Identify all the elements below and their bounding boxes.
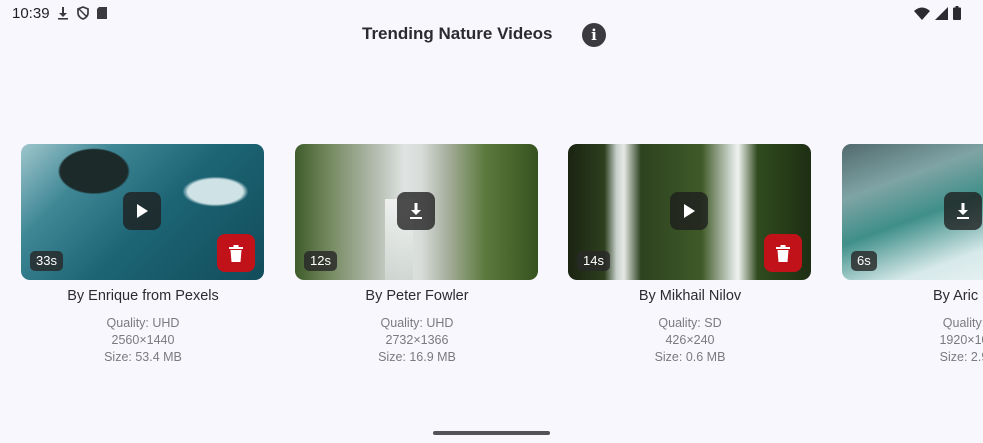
video-quality: Quality: xyxy=(942,316,983,330)
video-thumbnail[interactable]: 12s xyxy=(295,144,538,280)
video-resolution: 2560×1440 xyxy=(111,333,175,347)
duration-badge: 14s xyxy=(577,251,610,271)
video-card[interactable]: 33s By Enrique from Pexels Quality: UHD … xyxy=(21,144,265,366)
video-meta: Quality: SD 426×240 Size: 0.6 MB xyxy=(568,315,812,366)
video-card[interactable]: 12s By Peter Fowler Quality: UHD 2732×13… xyxy=(295,144,539,366)
download-icon xyxy=(56,6,70,25)
video-quality: Quality: UHD xyxy=(380,316,454,330)
video-meta: Quality: 1920×10 Size: 2.9 xyxy=(842,315,983,366)
video-size: Size: 0.6 MB xyxy=(654,350,726,364)
video-author: By Mikhail Nilov xyxy=(638,288,742,304)
play-button[interactable] xyxy=(123,192,161,230)
video-resolution: 2732×1366 xyxy=(385,333,449,347)
status-time: 10:39 xyxy=(12,5,50,22)
info-icon[interactable]: i xyxy=(582,23,606,47)
download-button[interactable] xyxy=(397,192,435,230)
info-glyph: i xyxy=(591,26,597,44)
video-quality: Quality: SD xyxy=(658,316,722,330)
video-card[interactable]: 6s By Aric Sl Quality: 1920×10 Size: 2.9 xyxy=(842,144,983,366)
status-left-icons xyxy=(56,6,108,25)
battery-icon xyxy=(953,6,961,25)
video-thumbnail[interactable]: 14s xyxy=(568,144,811,280)
video-carousel[interactable]: 33s By Enrique from Pexels Quality: UHD … xyxy=(0,144,983,384)
download-icon xyxy=(410,203,422,219)
status-right-icons xyxy=(914,6,961,25)
video-quality: Quality: UHD xyxy=(106,316,180,330)
download-icon xyxy=(957,203,969,219)
play-icon xyxy=(684,204,695,218)
duration-badge: 6s xyxy=(851,251,877,271)
video-author: By Enrique from Pexels xyxy=(67,288,219,304)
gesture-nav-handle[interactable] xyxy=(433,431,550,435)
video-thumbnail[interactable]: 6s xyxy=(842,144,983,280)
sd-card-icon xyxy=(96,6,108,25)
play-icon xyxy=(137,204,148,218)
video-size: Size: 53.4 MB xyxy=(104,350,182,364)
shield-icon xyxy=(76,6,90,25)
video-author: By Peter Fowler xyxy=(365,288,469,304)
video-thumbnail[interactable]: 33s xyxy=(21,144,264,280)
cell-signal-icon xyxy=(935,6,948,25)
video-card[interactable]: 14s By Mikhail Nilov Quality: SD 426×240… xyxy=(568,144,812,366)
download-button[interactable] xyxy=(944,192,982,230)
duration-badge: 12s xyxy=(304,251,337,271)
duration-badge: 33s xyxy=(30,251,63,271)
video-meta: Quality: UHD 2560×1440 Size: 53.4 MB xyxy=(21,315,265,366)
page-title: Trending Nature Videos xyxy=(362,24,553,43)
video-meta: Quality: UHD 2732×1366 Size: 16.9 MB xyxy=(295,315,539,366)
trash-icon xyxy=(229,244,243,262)
delete-button[interactable] xyxy=(764,234,802,272)
video-size: Size: 16.9 MB xyxy=(378,350,456,364)
video-resolution: 1920×10 xyxy=(939,333,983,347)
video-author: By Aric Sl xyxy=(932,288,983,304)
wifi-icon xyxy=(914,7,930,25)
video-size: Size: 2.9 xyxy=(939,350,983,364)
delete-button[interactable] xyxy=(217,234,255,272)
play-button[interactable] xyxy=(670,192,708,230)
video-resolution: 426×240 xyxy=(665,333,715,347)
trash-icon xyxy=(776,244,790,262)
